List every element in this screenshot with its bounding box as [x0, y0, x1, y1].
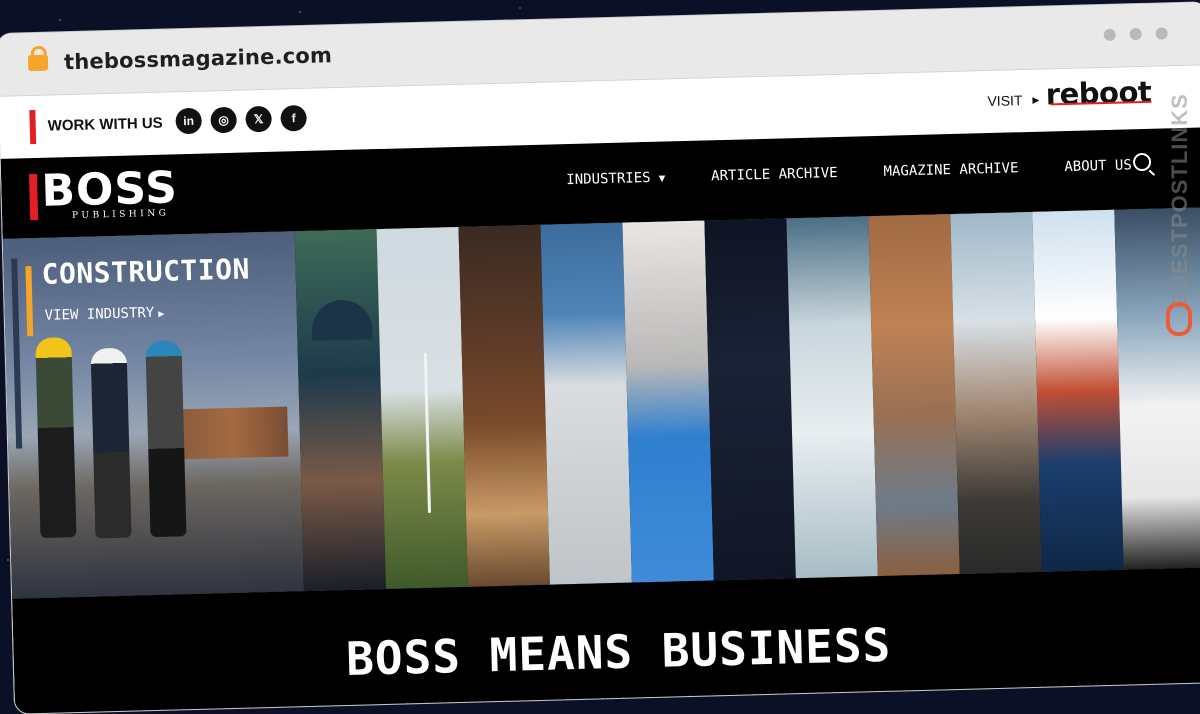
- linkedin-icon[interactable]: in: [175, 107, 202, 135]
- window-dot-icon[interactable]: [1129, 27, 1142, 41]
- crane-image: [11, 258, 23, 449]
- visit-partner-link[interactable]: VISIT ▶: [987, 92, 1039, 109]
- industry-hero: CONSTRUCTION VIEW INDUSTRY ▶: [2, 207, 1200, 599]
- view-industry-link[interactable]: VIEW INDUSTRY ▶: [44, 305, 164, 324]
- nav-item-industries[interactable]: INDUSTRIES ▼: [566, 169, 666, 189]
- page-title: BOSS MEANS BUSINESS: [345, 617, 892, 687]
- browser-window: thebossmagazine.com WORK WITH US in ◎ 𝕏 …: [0, 2, 1200, 714]
- logo-bar: [28, 173, 39, 221]
- industry-strip-government[interactable]: [540, 222, 632, 585]
- arrow-right-icon: ▶: [158, 308, 165, 320]
- logo-sub: PUBLISHING: [71, 208, 170, 222]
- watermark: GUESTPOSTLINKS: [1158, 60, 1198, 380]
- industry-strip-construction[interactable]: CONSTRUCTION VIEW INDUSTRY ▶: [2, 231, 304, 599]
- industry-strip-energy[interactable]: [376, 226, 468, 589]
- instagram-icon[interactable]: ◎: [210, 106, 237, 134]
- industry-strip-food[interactable]: [458, 224, 550, 587]
- social-links: in ◎ 𝕏 f: [175, 104, 307, 135]
- worker-figure: [145, 340, 187, 538]
- arrow-right-icon: ▶: [1032, 94, 1040, 105]
- facebook-icon[interactable]: f: [280, 104, 307, 132]
- industry-strip-healthcare[interactable]: [622, 220, 714, 583]
- address-bar[interactable]: thebossmagazine.com: [64, 43, 333, 74]
- link-icon: [1166, 302, 1192, 336]
- industry-strip-real-estate[interactable]: [950, 211, 1042, 574]
- nav-item-magazine-archive[interactable]: MAGAZINE ARCHIVE: [883, 160, 1018, 180]
- caret-down-icon: ▼: [658, 171, 666, 185]
- window-controls: [1103, 27, 1168, 41]
- accent-bar: [29, 109, 37, 145]
- industry-strip-manufacturing[interactable]: [786, 216, 878, 579]
- industry-accent-bar: [25, 266, 34, 337]
- nav-item-article-archive[interactable]: ARTICLE ARCHIVE: [711, 165, 838, 184]
- lock-icon: [27, 54, 49, 72]
- industry-strip-technology[interactable]: [704, 218, 796, 581]
- industry-title: CONSTRUCTION: [41, 252, 251, 291]
- visit-label: VISIT: [987, 92, 1023, 110]
- building-image: [177, 406, 289, 460]
- work-with-us-link[interactable]: WORK WITH US: [48, 115, 163, 135]
- view-industry-label: VIEW INDUSTRY: [44, 304, 155, 324]
- nav-item-about-us[interactable]: ABOUT US: [1064, 157, 1132, 175]
- nav-menu: INDUSTRIES ▼ ARTICLE ARCHIVE MAGAZINE ARC…: [566, 157, 1132, 188]
- graduation-cap-image: [311, 299, 373, 341]
- window-dot-icon[interactable]: [1155, 27, 1168, 40]
- worker-figure: [35, 337, 77, 538]
- worker-figure: [90, 347, 132, 539]
- boss-logo[interactable]: BOSS PUBLISHING: [28, 162, 190, 226]
- search-icon[interactable]: [1132, 152, 1152, 172]
- wind-turbine-image: [423, 352, 431, 513]
- nav-label: INDUSTRIES: [566, 169, 651, 189]
- window-dot-icon[interactable]: [1103, 28, 1116, 41]
- reboot-logo-text: reboot: [1045, 74, 1152, 112]
- industry-strip-shipping[interactable]: [1032, 209, 1124, 572]
- workers-image: [35, 334, 190, 548]
- reboot-logo[interactable]: reboot: [1045, 75, 1151, 112]
- industry-strip-mining[interactable]: [868, 214, 960, 577]
- industry-strip-education[interactable]: [294, 229, 386, 592]
- x-icon[interactable]: 𝕏: [245, 105, 272, 133]
